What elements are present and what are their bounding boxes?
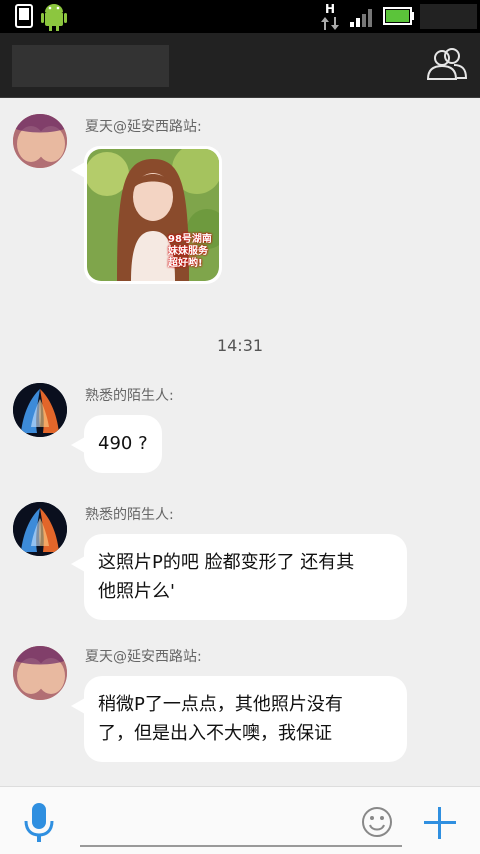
android-icon: [40, 2, 68, 36]
conversation-title: [12, 45, 169, 87]
contacts-button[interactable]: [424, 45, 468, 85]
phone-icon: [15, 4, 33, 32]
microphone-icon: [24, 803, 54, 842]
data-arrows-icon: H: [320, 2, 342, 32]
plus-icon: [424, 807, 456, 839]
sender-name: 熟悉的陌生人:: [85, 388, 174, 404]
image-message[interactable]: 98号湖南 妹妹服务 超好哟!: [71, 146, 222, 284]
battery-icon: [383, 7, 415, 29]
avatar[interactable]: [13, 114, 67, 168]
message-text: 490 ?: [98, 433, 148, 454]
sender-name: 夏天@延安西路站:: [85, 119, 202, 135]
message-bubble[interactable]: 稍微P了一点点，其他照片没有 了，但是出入不大噢，我保证: [71, 676, 407, 762]
contacts-icon: [426, 48, 468, 80]
message-text-line: 他照片么': [98, 581, 175, 602]
clock-area: [420, 4, 477, 29]
message-text-line: 这照片P的吧 脸都变形了 还有其: [98, 552, 355, 573]
input-bar: [0, 786, 480, 854]
message-bubble[interactable]: 这照片P的吧 脸都变形了 还有其 他照片么': [71, 534, 407, 620]
avatar[interactable]: [13, 646, 67, 700]
voice-button[interactable]: [18, 801, 60, 845]
avatar[interactable]: [13, 383, 67, 437]
signal-icon: [350, 7, 376, 31]
image-caption: 98号湖南 妹妹服务 超好哟!: [168, 234, 212, 269]
message-bubble[interactable]: 490 ?: [71, 415, 162, 473]
message-text-line: 了，但是出入不大噢，我保证: [98, 723, 332, 744]
sender-name: 熟悉的陌生人:: [85, 507, 174, 523]
emoji-button[interactable]: [360, 805, 394, 839]
avatar[interactable]: [13, 502, 67, 556]
chat-area[interactable]: 夏天@延安西路站: 98号湖南 妹妹服务 超好哟! 14:31 熟悉的陌生人: …: [0, 98, 480, 786]
message-text-line: 稍微P了一点点，其他照片没有: [98, 694, 343, 715]
network-type-label: H: [325, 2, 336, 16]
message-input[interactable]: [80, 805, 402, 847]
sender-name: 夏天@延安西路站:: [85, 649, 202, 665]
emoji-icon: [362, 807, 392, 837]
more-button[interactable]: [420, 803, 460, 843]
status-bar: H: [0, 0, 480, 33]
timestamp: 14:31: [216, 336, 264, 355]
app-bar: [0, 33, 480, 98]
